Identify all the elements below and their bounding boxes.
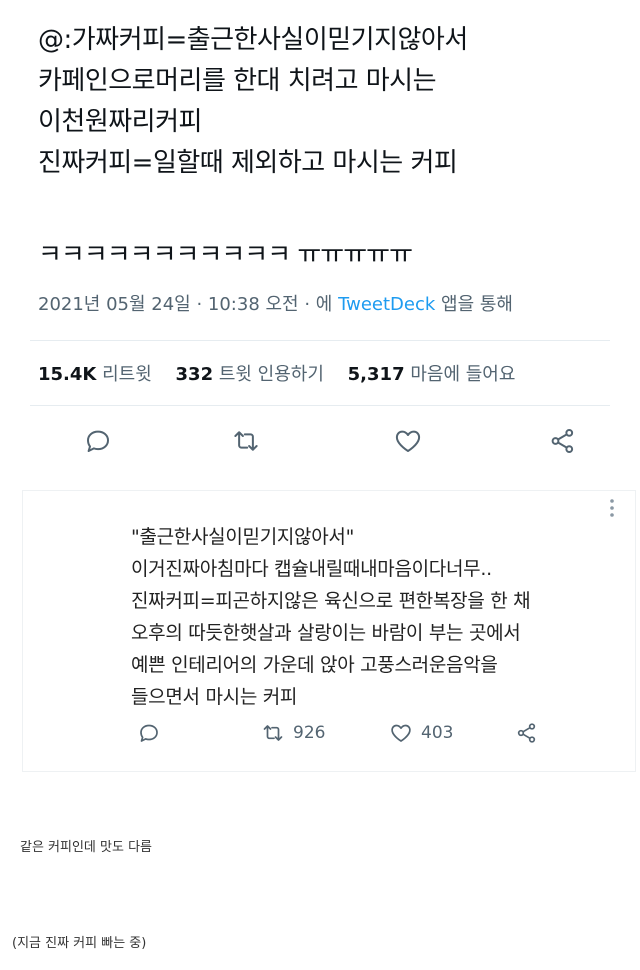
retweet-icon — [263, 725, 283, 741]
quotes-stat[interactable]: 332 트윗 인용하기 — [176, 364, 324, 385]
reply-share-button[interactable] — [515, 721, 539, 745]
retweets-count: 15.4K — [38, 364, 97, 385]
quotes-label: 트윗 인용하기 — [218, 364, 324, 385]
like-icon — [391, 724, 411, 742]
likes-count: 5,317 — [347, 364, 405, 385]
retweet-button[interactable] — [228, 423, 264, 459]
tweet-body: @:가짜커피=출근한사실이믿기지않아서 카페인으로머리를 한대 치려고 마시는 … — [38, 20, 628, 184]
reply-line: 예쁜 인테리어의 가운데 앉아 고풍스러운음악을 — [131, 654, 498, 676]
reply-line: 들으면서 마시는 커피 — [131, 686, 298, 708]
reply-line: 진짜커피=피곤하지않은 육신으로 편한복장을 한 채 — [131, 590, 531, 612]
divider — [30, 340, 610, 341]
tweet-line: 이천원짜리커피 — [38, 107, 202, 137]
retweets-stat[interactable]: 15.4K 리트윗 — [38, 364, 152, 385]
tweet-line: 진짜커피=일할때 제외하고 마시는 커피 — [38, 148, 458, 178]
reply-actions: 926 403 — [137, 721, 557, 751]
tweet-timestamp[interactable]: 2021년 05월 24일 · 10:38 오전 · 에 — [38, 294, 332, 315]
reply-retweet-button[interactable]: 926 — [261, 721, 325, 745]
reply-body: "출근한사실이믿기지않아서" 이거진짜아침마다 캡슐내릴때내마음이다너무.. 진… — [131, 521, 531, 713]
like-button[interactable] — [390, 423, 426, 459]
retweet-icon — [234, 431, 258, 451]
tweet-stats: 15.4K 리트윗 332 트윗 인용하기 5,317 마음에 들어요 — [38, 360, 515, 386]
share-icon — [551, 429, 574, 454]
reply-reply-button[interactable] — [137, 721, 161, 745]
reply-line: 오후의 따듯한햇살과 살랑이는 바람이 부는 곳에서 — [131, 622, 521, 644]
share-button[interactable] — [545, 423, 581, 459]
divider — [30, 405, 610, 406]
reply-like-count: 403 — [421, 723, 454, 743]
tweet-meta: 2021년 05월 24일 · 10:38 오전 · 에 TweetDeck 앱… — [38, 290, 513, 316]
like-icon — [395, 430, 421, 452]
caption-second: (지금 진짜 커피 빠는 중) — [12, 936, 147, 951]
tweet-line: 카페인으로머리를 한대 치려고 마시는 — [38, 66, 437, 96]
reply-retweet-count: 926 — [293, 723, 326, 743]
tweet-actions — [80, 423, 580, 459]
reply-button[interactable] — [80, 423, 116, 459]
reply-line: "출근한사실이믿기지않아서" — [131, 526, 355, 548]
tweet-client-link[interactable]: TweetDeck — [338, 294, 435, 315]
tweet-line: @:가짜커피=출근한사실이믿기지않아서 — [38, 25, 468, 55]
more-options-icon[interactable] — [607, 495, 617, 523]
likes-stat[interactable]: 5,317 마음에 들어요 — [348, 364, 516, 385]
reply-icon — [87, 430, 109, 452]
retweets-label: 리트윗 — [102, 364, 152, 385]
reply-like-button[interactable]: 403 — [389, 721, 453, 745]
reply-line: 이거진짜아침마다 캡슐내릴때내마음이다너무.. — [131, 558, 492, 580]
reply-icon — [140, 724, 158, 742]
reply-tweet-card[interactable]: "출근한사실이믿기지않아서" 이거진짜아침마다 캡슐내릴때내마음이다너무.. 진… — [22, 490, 636, 772]
tweet-laugh-line: ㅋㅋㅋㅋㅋㅋㅋㅋㅋㅋㅋ ㅠㅠㅠㅠㅠ — [38, 240, 413, 270]
quotes-count: 332 — [175, 364, 214, 385]
caption-first: 같은 커피인데 맛도 다름 — [20, 840, 152, 855]
likes-label: 마음에 들어요 — [410, 364, 516, 385]
tweet-client-suffix: 앱을 통해 — [441, 294, 513, 315]
share-icon — [517, 723, 536, 743]
